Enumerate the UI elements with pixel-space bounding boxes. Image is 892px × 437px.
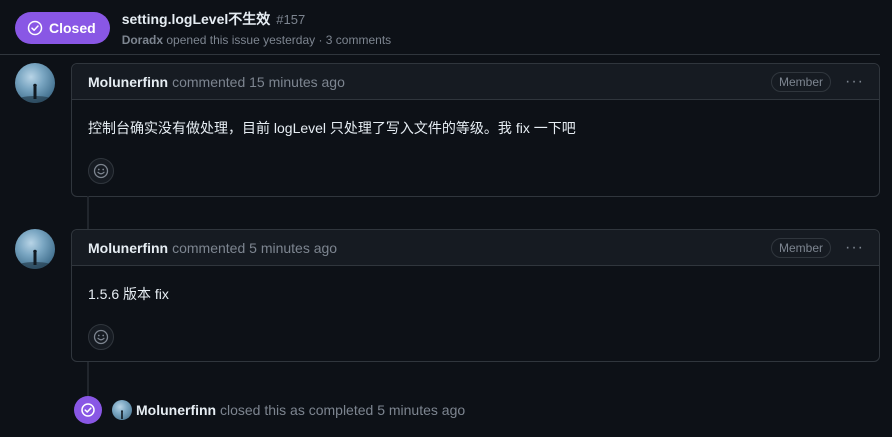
member-badge: Member	[770, 237, 831, 258]
smiley-icon	[93, 329, 109, 345]
issue-number: #157	[276, 12, 306, 27]
member-badge: Member	[770, 71, 831, 92]
event-author-link[interactable]: Molunerfinn	[136, 402, 216, 418]
closed-event: Molunerfinn closed this as completed 5 m…	[74, 396, 465, 424]
avatar-figure-icon	[15, 83, 55, 103]
comment-body: 1.5.6 版本 fix	[88, 286, 169, 302]
header-divider	[0, 54, 880, 55]
check-circle-icon	[27, 20, 43, 36]
issue-page: Closed setting.logLevel不生效 #157 Doradx o…	[0, 0, 892, 437]
issue-author-link[interactable]: Doradx	[122, 33, 163, 47]
issue-title: setting.logLevel不生效	[121, 11, 271, 27]
kebab-horizontal-icon[interactable]: ···	[845, 239, 863, 257]
kebab-horizontal-icon[interactable]: ···	[845, 73, 863, 91]
issue-meta-text: opened this issue yesterday · 3 comments	[166, 33, 392, 47]
comment-header: Molunerfinn commented 15 minutes ago Mem…	[72, 64, 879, 100]
avatar[interactable]	[15, 63, 55, 103]
closed-event-icon	[74, 396, 102, 424]
comment-card: Molunerfinn commented 5 minutes ago Memb…	[71, 229, 880, 362]
timeline-connector	[87, 362, 89, 398]
comment-card: Molunerfinn commented 15 minutes ago Mem…	[71, 63, 880, 197]
state-label: Closed	[49, 20, 96, 36]
comment-timestamp[interactable]: commented 5 minutes ago	[172, 240, 337, 256]
issue-meta: Doradx opened this issue yesterday · 3 c…	[122, 33, 391, 47]
timeline-connector	[87, 196, 89, 232]
event-description: closed this as completed 5 minutes ago	[220, 402, 466, 418]
avatar-figure-icon	[121, 410, 123, 419]
check-circle-icon	[81, 403, 95, 417]
event-text: Molunerfinn closed this as completed 5 m…	[136, 402, 465, 418]
comment-author-link[interactable]: Molunerfinn	[88, 240, 168, 256]
add-reaction-button[interactable]	[88, 158, 114, 184]
avatar-figure-icon	[15, 249, 55, 269]
comment-author-link[interactable]: Molunerfinn	[88, 74, 168, 90]
add-reaction-button[interactable]	[88, 324, 114, 350]
smiley-icon	[93, 163, 109, 179]
closed-state-badge: Closed	[15, 12, 110, 44]
avatar[interactable]	[15, 229, 55, 269]
comment-body: 控制台确实没有做处理，目前 logLevel 只处理了写入文件的等级。我 fix…	[88, 120, 576, 136]
avatar[interactable]	[112, 400, 132, 420]
comment-timestamp[interactable]: commented 15 minutes ago	[172, 74, 345, 90]
comment-header: Molunerfinn commented 5 minutes ago Memb…	[72, 230, 879, 266]
issue-header: Closed setting.logLevel不生效 #157 Doradx o…	[15, 8, 892, 48]
